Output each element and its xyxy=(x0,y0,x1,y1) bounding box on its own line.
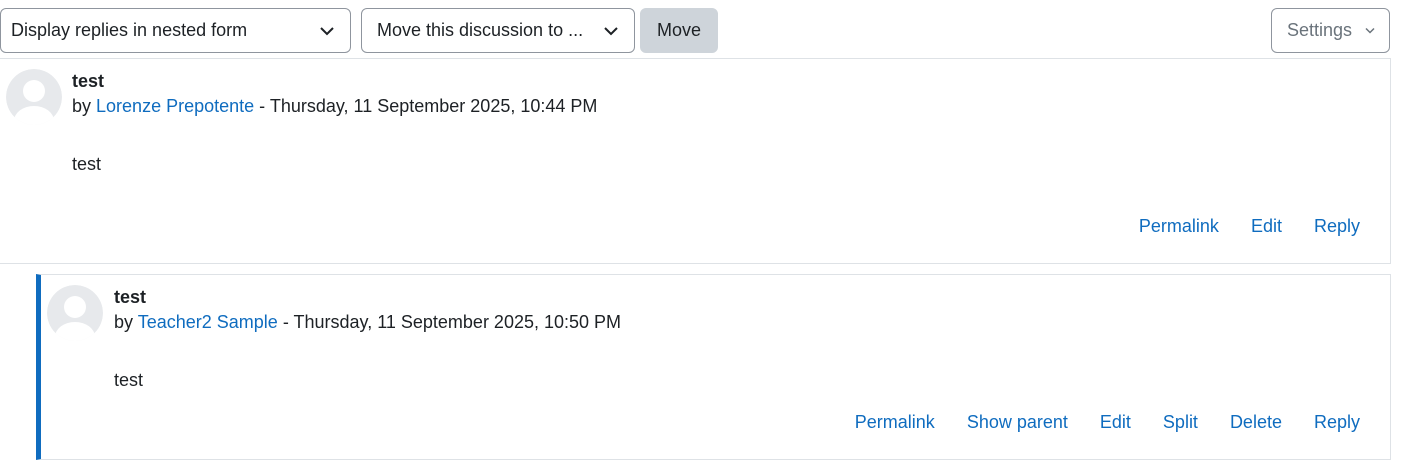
post-subject: test xyxy=(114,287,147,307)
delete-link[interactable]: Delete xyxy=(1230,412,1282,433)
byline-separator: - xyxy=(282,312,289,332)
post-byline: by Lorenze Prepotente - Thursday, 11 Sep… xyxy=(72,96,597,117)
discussion-post: test by Lorenze Prepotente - Thursday, 1… xyxy=(0,58,1391,264)
settings-label: Settings xyxy=(1287,20,1353,40)
post-actions: Permalink Edit Reply xyxy=(1107,216,1360,237)
user-avatar-icon[interactable] xyxy=(47,285,103,341)
post-actions: Permalink Show parent Edit Split Delete … xyxy=(823,412,1360,433)
reply-link[interactable]: Reply xyxy=(1314,216,1360,237)
chevron-down-icon xyxy=(1365,27,1375,34)
post-body: test xyxy=(114,370,144,390)
permalink-link[interactable]: Permalink xyxy=(855,412,935,433)
edit-link[interactable]: Edit xyxy=(1100,412,1131,433)
discussion-reply-post: test by Teacher2 Sample - Thursday, 11 S… xyxy=(36,274,1391,460)
split-link[interactable]: Split xyxy=(1163,412,1198,433)
post-byline: by Teacher2 Sample - Thursday, 11 Septem… xyxy=(114,312,621,333)
post-date: Thursday, 11 September 2025, 10:44 PM xyxy=(269,96,598,116)
settings-menu-button[interactable]: Settings xyxy=(1271,8,1390,53)
edit-link[interactable]: Edit xyxy=(1251,216,1282,237)
chevron-down-icon xyxy=(604,26,618,35)
display-mode-value: Display replies in nested form xyxy=(11,20,248,40)
user-avatar-icon[interactable] xyxy=(6,69,62,125)
by-label: by xyxy=(72,96,92,116)
author-link[interactable]: Teacher2 Sample xyxy=(138,312,278,332)
reply-link[interactable]: Reply xyxy=(1314,412,1360,433)
display-mode-select[interactable]: Display replies in nested form xyxy=(0,8,351,53)
byline-separator: - xyxy=(259,96,266,116)
chevron-down-icon xyxy=(320,26,334,35)
post-date: Thursday, 11 September 2025, 10:50 PM xyxy=(293,312,622,332)
move-target-value: Move this discussion to ... xyxy=(377,20,584,40)
post-body: test xyxy=(72,154,102,174)
permalink-link[interactable]: Permalink xyxy=(1139,216,1219,237)
by-label: by xyxy=(114,312,134,332)
move-discussion-select[interactable]: Move this discussion to ... xyxy=(361,8,635,53)
author-link[interactable]: Lorenze Prepotente xyxy=(96,96,254,116)
show-parent-link[interactable]: Show parent xyxy=(967,412,1068,433)
post-subject: test xyxy=(72,71,105,91)
move-button[interactable]: Move xyxy=(640,8,718,53)
